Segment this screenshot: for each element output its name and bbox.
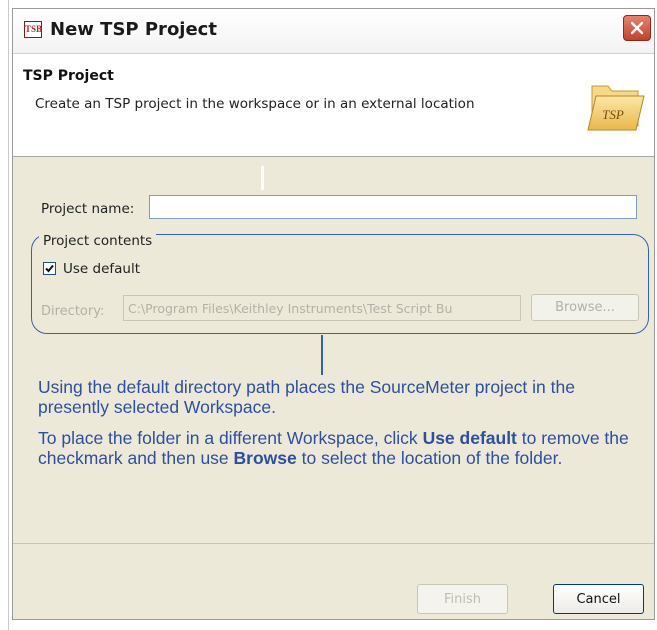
- directory-label: Directory:: [41, 304, 105, 319]
- callout-paragraph-2: To place the folder in a different Works…: [38, 428, 629, 468]
- directory-input[interactable]: [123, 295, 521, 321]
- app-icon: TSB: [24, 21, 42, 38]
- folder-label: TSP: [602, 107, 624, 122]
- use-default-checkbox[interactable]: [43, 262, 56, 275]
- callout-paragraph-1: Using the default directory path places …: [38, 377, 575, 417]
- close-button[interactable]: [623, 15, 651, 41]
- pointer-tick: [261, 166, 264, 190]
- project-contents-label: Project contents: [39, 233, 157, 249]
- checkmark-icon: [45, 264, 54, 273]
- background-edge-line: [8, 0, 9, 630]
- dialog-title: New TSP Project: [50, 19, 217, 40]
- folder-icon: TSP: [587, 85, 645, 131]
- project-name-label: Project name:: [41, 201, 135, 217]
- browse-button[interactable]: Browse...: [531, 294, 639, 321]
- use-default-label[interactable]: Use default: [63, 261, 140, 277]
- finish-button[interactable]: Finish: [417, 584, 508, 614]
- section-title: TSP Project: [23, 68, 114, 84]
- new-tsp-project-dialog: TSB New TSP Project TSP Project Create a…: [12, 8, 655, 620]
- callout-annotation: Using the default directory path places …: [38, 377, 650, 479]
- close-icon: [630, 21, 644, 35]
- title-bar[interactable]: TSB New TSP Project: [13, 9, 654, 54]
- project-name-input[interactable]: [149, 195, 637, 219]
- section-description: Create an TSP project in the workspace o…: [35, 96, 475, 112]
- button-bar-separator: [13, 543, 654, 544]
- wizard-header: TSP Project Create an TSP project in the…: [13, 54, 654, 157]
- callout-connector: [321, 335, 323, 375]
- cancel-button[interactable]: Cancel: [553, 584, 644, 614]
